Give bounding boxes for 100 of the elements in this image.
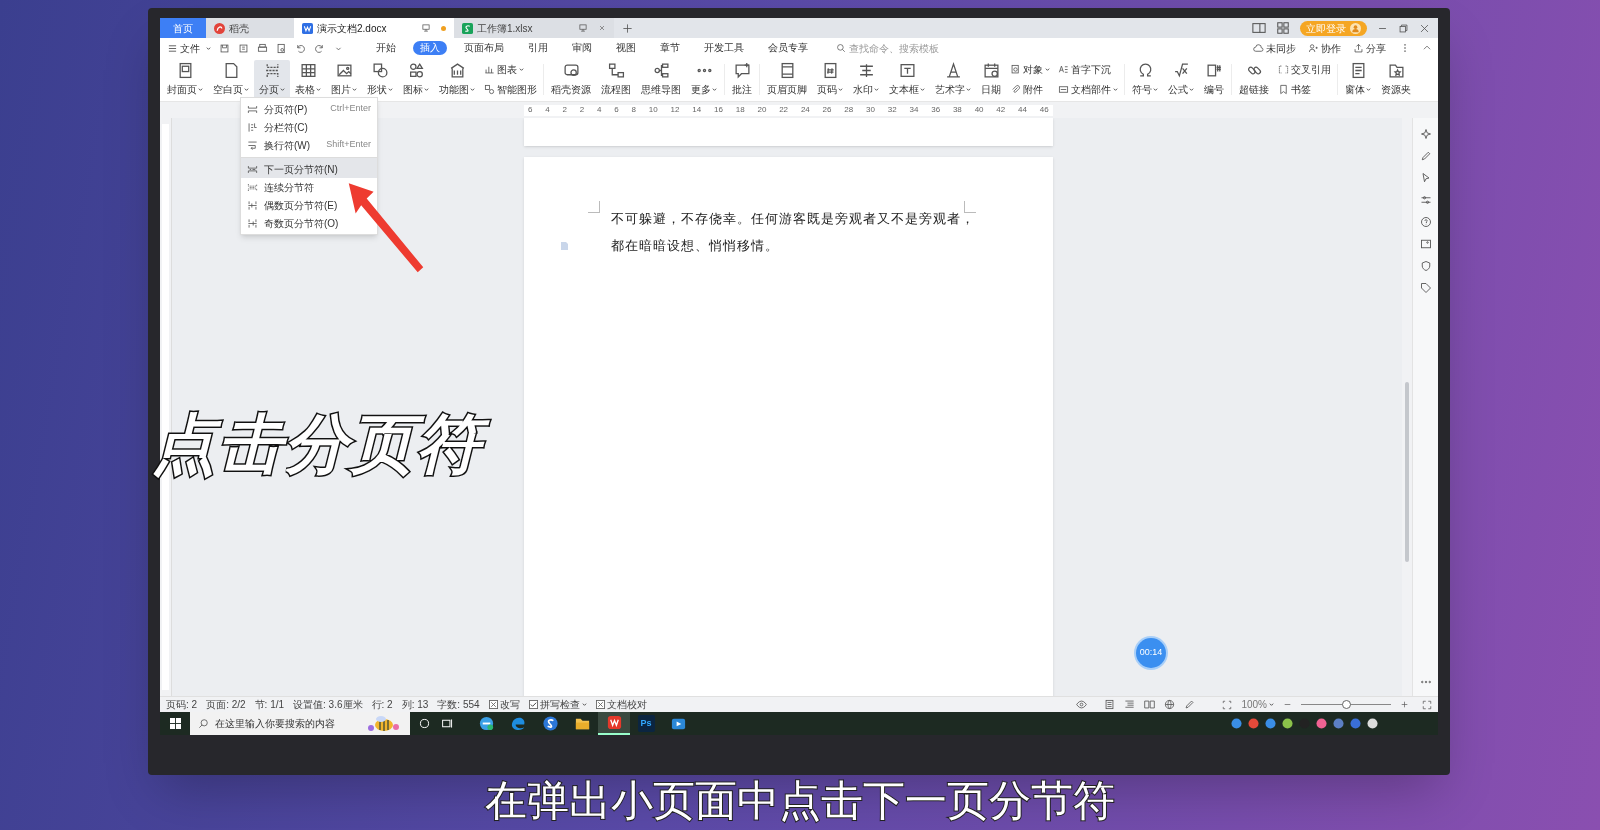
- apps-grid-icon: [1276, 21, 1290, 35]
- ribbon-small-button[interactable]: 书签: [1278, 82, 1331, 97]
- break-icon: [247, 164, 258, 175]
- caret-icon: [1366, 87, 1371, 92]
- tray-app-icon[interactable]: [1316, 718, 1327, 729]
- ribbon-small-button[interactable]: 文档部件: [1058, 82, 1118, 97]
- ribbon-tab[interactable]: 引用: [521, 41, 555, 55]
- ribbon-button[interactable]: 表格: [290, 60, 326, 99]
- ribbon-button[interactable]: 窗体: [1340, 60, 1376, 99]
- tray-app-icon[interactable]: [1231, 718, 1242, 729]
- zoom-in-icon: [1400, 700, 1409, 709]
- ribbon-small-button[interactable]: 智能图形: [484, 82, 537, 97]
- ribbon-tab[interactable]: 开发工具: [697, 41, 751, 55]
- menu-item[interactable]: 下一页分节符(N): [241, 157, 377, 178]
- ribbon-button[interactable]: 稻壳资源: [546, 60, 596, 99]
- status-field: 列: 13: [401, 697, 429, 712]
- menu-item[interactable]: 分页符(P) Ctrl+Enter: [241, 100, 377, 118]
- ribbon-button[interactable]: 流程图: [596, 60, 636, 99]
- toolbar-link[interactable]: 协作: [1308, 40, 1341, 56]
- status-field: 页码: 2: [166, 697, 198, 712]
- tray-app-icon[interactable]: [1265, 718, 1276, 729]
- zoom-slider[interactable]: [1301, 700, 1391, 709]
- ribbon-tab[interactable]: 页面布局: [457, 41, 511, 55]
- ribbon-button[interactable]: 日期: [976, 60, 1006, 99]
- numbering-icon: [1205, 62, 1223, 79]
- status-toggle[interactable]: 改写: [488, 697, 520, 712]
- document-tab[interactable]: 工作簿1.xlsx: [454, 18, 614, 38]
- ribbon-small-button[interactable]: 交叉引用: [1278, 62, 1331, 77]
- ribbon-button[interactable]: 页眉页脚: [762, 60, 812, 99]
- ribbon-button[interactable]: 形状: [362, 60, 398, 99]
- ribbon-small-button[interactable]: 附件: [1010, 82, 1050, 97]
- caret-icon: [424, 87, 429, 92]
- status-toggle[interactable]: 拼写检查: [528, 697, 587, 712]
- zoom-level[interactable]: 100%: [1241, 697, 1274, 712]
- ribbon-tab[interactable]: 会员专享: [761, 41, 815, 55]
- toolbar-link[interactable]: 未同步: [1253, 40, 1296, 56]
- ribbon-small-button[interactable]: 图表: [484, 62, 537, 77]
- cross-reference-icon: [1278, 64, 1289, 75]
- document-tab[interactable]: 演示文档2.docx: [294, 18, 454, 38]
- ribbon-button[interactable]: 更多: [686, 60, 722, 99]
- sparkle-icon: [1419, 128, 1432, 140]
- ribbon-small-button[interactable]: 对象: [1010, 62, 1050, 77]
- ribbon-small-button[interactable]: 首字下沉: [1058, 62, 1118, 77]
- ribbon-button[interactable]: 图标: [398, 60, 434, 99]
- fit-icon: [1222, 699, 1233, 710]
- status-toggle[interactable]: 文档校对: [595, 697, 647, 712]
- ribbon-button[interactable]: 水印: [848, 60, 884, 99]
- ribbon-tab[interactable]: 视图: [609, 41, 643, 55]
- tray-app-icon[interactable]: [1282, 718, 1293, 729]
- menu-item[interactable]: 换行符(W) Shift+Enter: [241, 136, 377, 154]
- scrollbar-thumb[interactable]: [1405, 382, 1409, 562]
- tray-app-icon[interactable]: [1367, 718, 1378, 729]
- menu-item[interactable]: 连续分节符: [241, 178, 377, 196]
- ribbon-button[interactable]: 封面页: [162, 60, 208, 99]
- ribbon-button[interactable]: 空白页: [208, 60, 254, 99]
- print-icon: [257, 42, 268, 54]
- ribbon-button[interactable]: 编号: [1199, 60, 1229, 99]
- toolbar-link[interactable]: 分享: [1353, 40, 1386, 56]
- start-icon[interactable]: [169, 718, 181, 729]
- taskbar-search-field[interactable]: 在这里输入你要搜索的内容: [190, 712, 410, 735]
- ribbon-button[interactable]: 资源夹: [1376, 60, 1416, 99]
- taskbar-app[interactable]: [598, 712, 630, 735]
- ribbon-button[interactable]: 图片: [326, 60, 362, 99]
- ribbon-button[interactable]: 思维导图: [636, 60, 686, 99]
- ribbon-button[interactable]: 超链接: [1234, 60, 1274, 99]
- cloud-icon: [1253, 42, 1264, 54]
- mind-map-icon: [652, 62, 670, 79]
- art-text-icon: [944, 62, 962, 79]
- ribbon-button[interactable]: 艺术字: [930, 60, 976, 99]
- ribbon-tab[interactable]: 章节: [653, 41, 687, 55]
- monitor-icon: [421, 23, 431, 33]
- save-icon: [219, 42, 230, 54]
- ribbon-button[interactable]: 分页: [254, 60, 290, 99]
- taskbar-app[interactable]: Ps: [630, 712, 662, 735]
- wps-icon: [605, 714, 623, 731]
- caret-icon: [1153, 87, 1158, 92]
- caret-icon: [206, 45, 211, 51]
- horizontal-ruler: 6 4 2 2 4 6 8 10 12 14 16 18 20 22 24 26 28 30 32 34 36 38 40 42 44 46: [524, 104, 1053, 116]
- ribbon-tab[interactable]: 插入: [413, 41, 447, 55]
- caret-icon: [581, 702, 587, 707]
- menu-item[interactable]: 奇数页分节符(O): [241, 214, 377, 232]
- menu-item[interactable]: 分栏符(C): [241, 118, 377, 136]
- ribbon-tab[interactable]: 审阅: [565, 41, 599, 55]
- document-tab[interactable]: 首页: [160, 18, 206, 38]
- paragraph-marker-icon[interactable]: [560, 240, 569, 251]
- caret-icon: [352, 87, 357, 92]
- ribbon-button[interactable]: 公式: [1163, 60, 1199, 99]
- ribbon-button[interactable]: 符号: [1127, 60, 1163, 99]
- ribbon-button[interactable]: 批注: [727, 60, 757, 99]
- ribbon-tab[interactable]: 开始: [369, 41, 403, 55]
- document-tab[interactable]: 稻壳: [206, 18, 294, 38]
- file-menu[interactable]: 文件: [166, 40, 202, 56]
- caret-icon: [316, 87, 321, 92]
- caret-icon: [1113, 87, 1118, 92]
- menu-item[interactable]: 偶数页分节符(E): [241, 196, 377, 214]
- ribbon-button[interactable]: 页码: [812, 60, 848, 99]
- ribbon-button[interactable]: 文本框: [884, 60, 930, 99]
- paragraph-line: 不可躲避，不存侥幸。任何游客既是旁观者又不是旁观者，: [611, 209, 975, 228]
- search-input[interactable]: 在这里输入你要搜索的内容: [215, 716, 360, 731]
- ribbon-button[interactable]: 功能图: [434, 60, 480, 99]
